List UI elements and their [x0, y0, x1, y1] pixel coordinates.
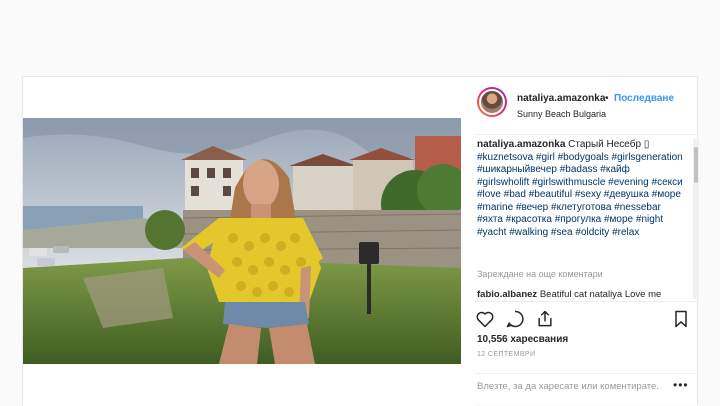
- follow-button[interactable]: Последване: [614, 93, 674, 104]
- add-comment-section: Влезте, за да харесате или коментирате. …: [475, 373, 699, 406]
- username-link[interactable]: nataliya.amazonka: [517, 93, 605, 104]
- instagram-post: nataliya.amazonka • Последване Sunny Bea…: [22, 76, 699, 406]
- comment-icon[interactable]: [505, 309, 525, 329]
- caption-username[interactable]: nataliya.amazonka: [477, 139, 565, 150]
- post-side-panel: nataliya.amazonka • Последване Sunny Bea…: [475, 77, 699, 406]
- post-header: nataliya.amazonka • Последване Sunny Bea…: [475, 77, 699, 135]
- avatar-image: [479, 89, 505, 115]
- likes-count[interactable]: 10,556 харесвания: [477, 334, 568, 345]
- caption-hashtags[interactable]: #kuznetsova #girl #bodygoals #girlsgener…: [477, 152, 683, 238]
- scrollbar-thumb[interactable]: [694, 147, 698, 183]
- separator-dot: •: [605, 93, 609, 104]
- comments-scrollbar[interactable]: [693, 139, 699, 299]
- caption: nataliya.amazonka Старый Несебр ▯ #kuzne…: [475, 139, 689, 239]
- location-link[interactable]: Sunny Beach Bulgaria: [517, 109, 606, 119]
- comment: fabio.albanez Beatiful cat nataliya Love…: [477, 289, 661, 300]
- load-more-comments-link[interactable]: Зареждане на още коментари: [477, 269, 603, 279]
- login-to-comment-text[interactable]: Влезте, за да харесате или коментирате.: [477, 381, 659, 392]
- post-photo[interactable]: [23, 77, 475, 406]
- caption-text: Старый Несебр ▯: [568, 139, 650, 150]
- post-image: [23, 118, 461, 364]
- bookmark-icon[interactable]: [671, 309, 691, 329]
- heart-icon[interactable]: [475, 309, 495, 329]
- comment-username[interactable]: fabio.albanez: [477, 289, 537, 300]
- more-options-icon[interactable]: •••: [673, 378, 689, 392]
- action-bar: [475, 301, 699, 331]
- avatar[interactable]: [477, 87, 507, 117]
- comment-text: Beatiful cat nataliya Love me: [539, 289, 662, 300]
- share-icon[interactable]: [535, 309, 555, 329]
- post-date[interactable]: 12 СЕПТЕМВРИ: [477, 351, 535, 358]
